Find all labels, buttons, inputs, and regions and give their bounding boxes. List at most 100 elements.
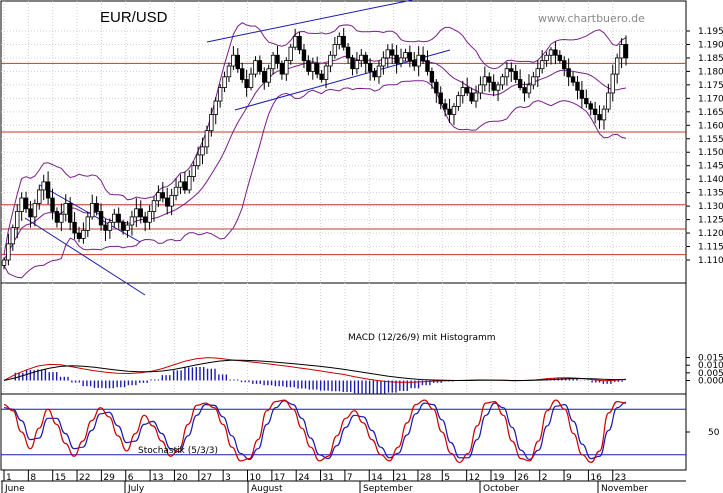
price-tick-label: 1.190	[698, 40, 723, 50]
price-candle-body	[526, 84, 532, 94]
price-candle-body	[54, 211, 60, 223]
price-candle-body	[487, 76, 492, 83]
price-candle-body	[451, 106, 457, 115]
price-candle-body	[292, 35, 298, 48]
price-candle-body	[504, 68, 510, 78]
price-candle-body	[597, 114, 602, 121]
price-candle-body	[389, 49, 395, 56]
macd-tick-label: 0.000	[698, 377, 723, 387]
price-candle-body	[120, 221, 126, 231]
x-tick-label: 7	[347, 473, 353, 483]
x-month-label: October	[483, 484, 519, 493]
price-candle-body	[372, 71, 377, 78]
price-candle-body	[204, 130, 210, 148]
stoch-tick-label: 50	[708, 428, 720, 438]
price-candle-body	[248, 73, 254, 88]
x-tick-label: 6	[128, 473, 134, 483]
x-tick-label: 10	[250, 473, 262, 483]
price-tick-label: 1.150	[698, 148, 723, 158]
price-candle-body	[323, 65, 329, 80]
price-candle-body	[231, 54, 236, 67]
price-candle-body	[570, 76, 576, 83]
x-tick-label: 28	[420, 473, 432, 483]
x-tick-label: 29	[103, 473, 115, 483]
price-candle-body	[376, 65, 382, 78]
price-tick-label: 1.160	[698, 121, 723, 131]
price-candle-body	[1, 259, 7, 266]
price-candle-body	[500, 76, 505, 86]
price-candle-body	[222, 76, 227, 88]
stoch-title: Stochastik (5/3/3)	[138, 446, 218, 456]
price-candle-body	[359, 54, 364, 62]
price-candle-body	[354, 60, 360, 70]
price-candle-body	[63, 203, 68, 215]
price-candle-body	[182, 181, 188, 191]
price-candle-body	[381, 57, 386, 67]
price-candle-body	[85, 216, 91, 231]
x-tick-label: 16	[590, 473, 602, 483]
price-candle-body	[297, 35, 302, 51]
price-candle-body	[548, 49, 554, 56]
x-tick-label: 15	[55, 473, 66, 483]
price-candle-body	[67, 203, 73, 223]
price-candle-body	[337, 35, 342, 45]
price-candle-body	[328, 54, 333, 67]
price-candle-body	[15, 211, 20, 229]
price-candle-body	[592, 108, 598, 115]
price-candle-body	[178, 181, 183, 188]
price-candle-body	[557, 54, 563, 62]
price-candle-body	[200, 146, 205, 156]
x-tick-label: 17	[274, 473, 285, 483]
x-tick-label: 19	[493, 473, 505, 483]
price-tick-label: 1.125	[698, 216, 723, 226]
price-candle-body	[23, 197, 29, 210]
price-candle-body	[447, 108, 452, 115]
price-candle-body	[257, 60, 263, 72]
price-candle-body	[517, 79, 523, 88]
price-tick-label: 1.165	[698, 108, 723, 118]
price-candle-body	[76, 232, 82, 239]
price-candle-body	[553, 49, 558, 56]
price-candle-body	[460, 87, 465, 97]
price-candle-body	[301, 49, 307, 62]
price-candle-body	[160, 192, 166, 199]
price-tick-label: 1.130	[698, 202, 723, 212]
price-candle-body	[116, 213, 121, 223]
price-candle-body	[213, 100, 218, 115]
price-candle-body	[28, 208, 33, 218]
price-candle-body	[279, 62, 285, 75]
chart-title: EUR/USD	[100, 9, 168, 26]
price-candle-body	[420, 54, 426, 62]
price-candle-body	[226, 65, 232, 78]
x-tick-label: 9	[566, 473, 572, 483]
price-candle-body	[240, 68, 245, 80]
price-candle-body	[112, 213, 117, 223]
price-candle-body	[403, 52, 408, 59]
price-candle-body	[275, 54, 280, 64]
chart-source: www.chartbuero.de	[538, 12, 645, 25]
price-candle-body	[173, 186, 179, 196]
price-candle-body	[535, 68, 540, 78]
chart: 1.195 1.190 1.185 1.180 1.175 1.170 1.165 1.160…	[0, 0, 723, 493]
x-tick-label: 14	[371, 473, 383, 483]
price-candle-body	[539, 60, 545, 70]
price-candle-body	[266, 68, 271, 83]
price-candle-body	[456, 95, 461, 107]
price-candle-body	[619, 44, 624, 59]
price-candle-body	[562, 60, 567, 70]
price-candle-body	[566, 68, 571, 78]
price-candle-body	[32, 203, 38, 218]
price-tick-label: 1.170	[698, 94, 723, 104]
price-candle-body	[416, 54, 421, 67]
price-candle-body	[442, 103, 448, 110]
price-candle-body	[59, 213, 64, 223]
price-candle-body	[147, 211, 152, 223]
price-candle-body	[37, 189, 42, 204]
price-candle-body	[614, 57, 620, 75]
price-tick-label: 1.185	[698, 54, 723, 64]
price-candle-body	[10, 227, 16, 245]
x-month-label: September	[363, 484, 413, 493]
x-month-label: November	[601, 484, 648, 493]
price-candle-body	[315, 62, 320, 75]
x-month-label: July	[127, 484, 145, 493]
